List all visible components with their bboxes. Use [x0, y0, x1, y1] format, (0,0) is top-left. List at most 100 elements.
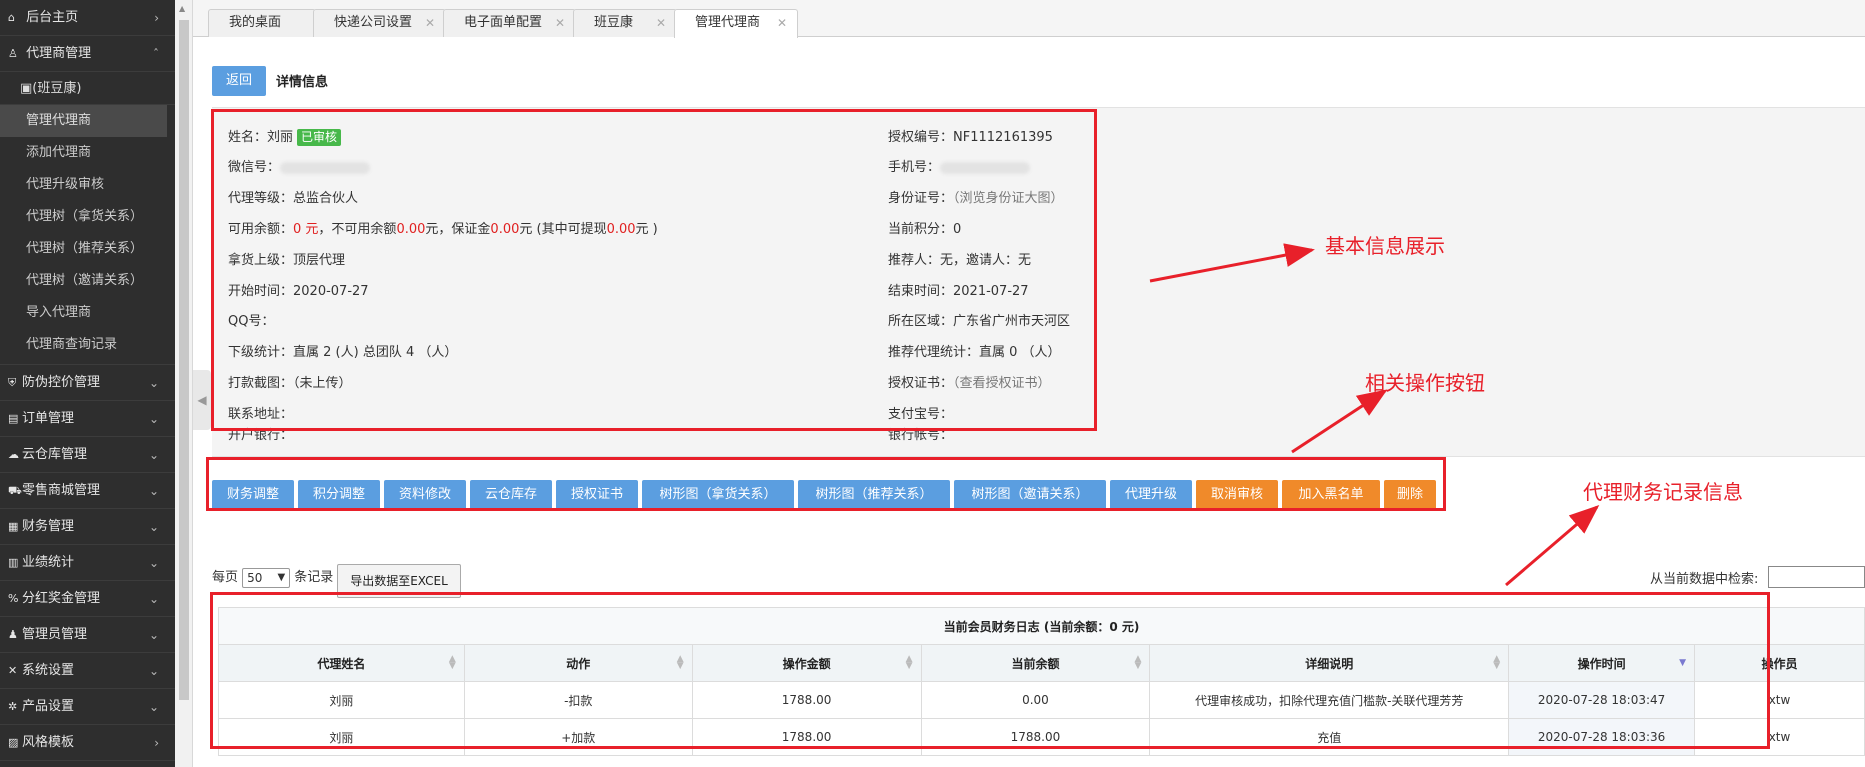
sidebar-brand[interactable]: ▣(班豆康) [0, 72, 175, 105]
page-title: 详情信息 [276, 75, 329, 90]
sidebar-sub-manage-agents[interactable]: 管理代理商 [0, 105, 167, 137]
tab-bandoukang[interactable]: 班豆康 ✕ [573, 9, 677, 37]
tab-label: 我的桌面 [229, 15, 282, 30]
sidebar-item-orders[interactable]: ▤ 订单管理 ⌄ [0, 401, 175, 437]
chevron-down-icon: ▼ [277, 571, 286, 583]
tab-label: 电子面单配置 [464, 15, 543, 30]
chevron-down-icon: ⌄ [148, 412, 159, 426]
tab-desktop[interactable]: 我的桌面 [208, 9, 316, 37]
sidebar-item-themes[interactable]: ▨ 风格模板 › [0, 725, 175, 761]
sidebar-item-label: 云仓库管理 [22, 447, 88, 462]
building-icon: ▣ [20, 81, 33, 96]
tab-bar: 我的桌面 快递公司设置 ✕ 电子面单配置 ✕ 班豆康 ✕ 管理代理商 ✕ [193, 0, 1865, 38]
cloud-icon: ☁ [8, 448, 19, 461]
chevron-down-icon: ⌄ [148, 376, 159, 390]
chevron-right-icon: › [154, 11, 159, 25]
sidebar-item-anticounterfeit[interactable]: ⛨ 防伪控价管理 ⌄ [0, 365, 175, 401]
sidebar-item-system[interactable]: ✕ 系统设置 ⌄ [0, 653, 175, 689]
user-icon: ♙ [8, 47, 18, 60]
tab-label: 快递公司设置 [334, 15, 413, 30]
sidebar-item-products[interactable]: ✲ 产品设置 ⌄ [0, 689, 175, 725]
sidebar-item-finance[interactable]: ▦ 财务管理 ⌄ [0, 509, 175, 545]
sidebar-item-label: 订单管理 [22, 411, 75, 426]
gear-icon: ✲ [8, 700, 18, 713]
annotation-box-basic-info [211, 109, 1097, 431]
cart-icon: ⛟ [8, 484, 22, 497]
back-button[interactable]: 返回 [212, 66, 266, 96]
sidebar-item-retail-mall[interactable]: ⛟零售商城管理 ⌄ [0, 473, 175, 509]
chevron-right-icon: › [154, 736, 159, 750]
sidebar-sub-import[interactable]: 导入代理商 [0, 297, 175, 329]
sidebar-item-label: 管理员管理 [22, 627, 88, 642]
sidebar-sub-tree-invite[interactable]: 代理树（邀请关系） [0, 265, 175, 297]
chevron-down-icon: ⌄ [148, 592, 159, 606]
annotation-box-actions [206, 457, 1446, 511]
sidebar-sub-tree-purchase[interactable]: 代理树（拿货关系） [0, 201, 175, 233]
sidebar-item-label: 后台主页 [26, 10, 79, 25]
annotation-finance: 代理财务记录信息 [1583, 480, 1743, 504]
tab-manage-agents[interactable]: 管理代理商 ✕ [674, 9, 798, 38]
sidebar-item-label: 财务管理 [22, 519, 75, 534]
per-page-control: 每页 50 ▼ 条记录 [212, 566, 333, 588]
per-page-value: 50 [247, 570, 263, 585]
tab-label: 管理代理商 [695, 15, 761, 30]
chevron-down-icon: ⌄ [148, 664, 159, 678]
sidebar-item-performance[interactable]: ▥ 业绩统计 ⌄ [0, 545, 175, 581]
close-icon[interactable]: ✕ [425, 10, 435, 36]
sidebar-sub-query-log[interactable]: 代理商查询记录 [0, 329, 175, 365]
scroll-up-icon[interactable]: ▲ [179, 4, 185, 13]
users-icon: ♟ [8, 628, 18, 641]
sidebar-sub-upgrade-review[interactable]: 代理升级审核 [0, 169, 175, 201]
tab-waybill-config[interactable]: 电子面单配置 ✕ [443, 9, 576, 37]
arrow-finance [1505, 505, 1600, 587]
sidebar-item-label: 零售商城管理 [22, 483, 101, 498]
scrollbar-thumb[interactable] [179, 20, 189, 700]
sidebar-item-agent-mgmt[interactable]: ♙ 代理商管理 ˆ [0, 36, 175, 72]
sidebar-brand-label: (班豆康) [32, 81, 82, 96]
chevron-down-icon: ⌄ [148, 448, 159, 462]
tab-express-settings[interactable]: 快递公司设置 ✕ [313, 9, 446, 37]
sidebar-sub-tree-referral[interactable]: 代理树（推荐关系） [0, 233, 175, 265]
chevron-down-icon: ⌄ [148, 700, 159, 714]
close-icon[interactable]: ✕ [656, 10, 666, 36]
shield-icon: ⛨ [8, 376, 17, 389]
per-page-select[interactable]: 50 ▼ [242, 567, 291, 588]
sidebar-item-label: 分红奖金管理 [22, 591, 101, 606]
chevron-down-icon: ⌄ [148, 628, 159, 642]
chevron-down-icon: ⌄ [148, 556, 159, 570]
sidebar-scrollbar[interactable]: ▲ [175, 0, 193, 767]
per-page-suffix: 条记录 [294, 570, 334, 585]
close-icon[interactable]: ✕ [777, 10, 787, 36]
search-label: 从当前数据中检索: [1650, 572, 1759, 587]
collapse-sidebar-handle[interactable]: ◀ [193, 370, 211, 430]
close-icon[interactable]: ✕ [555, 10, 565, 36]
sidebar-item-home[interactable]: ⌂ 后台主页 › [0, 0, 175, 36]
document-icon: ▤ [8, 412, 19, 425]
sidebar-item-label: 风格模板 [22, 735, 75, 750]
sidebar-item-label: 系统设置 [22, 663, 75, 678]
annotation-basic-info: 基本信息展示 [1325, 234, 1445, 258]
sidebar-item-label: 产品设置 [22, 699, 75, 714]
percent-icon: % [8, 592, 19, 605]
sidebar-item-label: 代理商管理 [26, 46, 92, 61]
chevron-up-icon: ˆ [153, 47, 159, 61]
annotation-actions: 相关操作按钮 [1365, 371, 1485, 395]
palette-icon: ▨ [8, 736, 19, 749]
sidebar-item-label: 业绩统计 [22, 555, 75, 570]
chevron-down-icon: ⌄ [148, 520, 159, 534]
chevron-left-icon: ◀ [197, 393, 207, 407]
home-icon: ⌂ [8, 11, 15, 24]
chevron-down-icon: ⌄ [148, 484, 159, 498]
tab-label: 班豆康 [594, 15, 634, 30]
sidebar-item-label: 防伪控价管理 [22, 375, 101, 390]
wrench-icon: ✕ [8, 664, 18, 677]
sidebar-item-dividend[interactable]: % 分红奖金管理 ⌄ [0, 581, 175, 617]
bar-chart-icon: ▥ [8, 556, 19, 569]
sidebar: ⌂ 后台主页 › ♙ 代理商管理 ˆ ▣(班豆康) 管理代理商 添加代理商 代理… [0, 0, 175, 767]
search-input[interactable] [1768, 566, 1865, 588]
annotation-box-finance-log [210, 592, 1770, 749]
per-page-prefix: 每页 [212, 570, 239, 585]
sidebar-item-cloud-warehouse[interactable]: ☁ 云仓库管理 ⌄ [0, 437, 175, 473]
sidebar-item-admins[interactable]: ♟ 管理员管理 ⌄ [0, 617, 175, 653]
sidebar-sub-add-agent[interactable]: 添加代理商 [0, 137, 175, 169]
